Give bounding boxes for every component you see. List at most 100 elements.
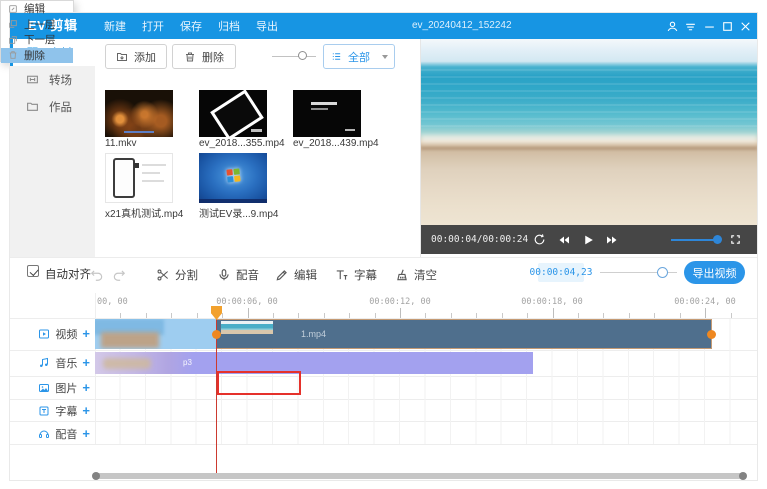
folder-add-icon — [116, 51, 128, 63]
title-bar: EV 剪辑 新建 打开 保存 归档 导出 ev_20240412_152242 — [10, 13, 757, 39]
player-timecode: 00:00:04/00:00:24 — [431, 225, 528, 254]
clear-button[interactable]: 清空 — [395, 258, 437, 292]
tab-works[interactable]: 作品 — [10, 93, 95, 120]
media-thumbnail — [199, 153, 267, 203]
media-filename: ev_2018...439.mp4 — [293, 138, 379, 149]
undo-icon — [90, 268, 104, 282]
scrollbar-right-dot[interactable] — [739, 472, 747, 480]
tab-works-label: 作品 — [49, 99, 72, 115]
track-header-video: 视频 + — [18, 324, 90, 344]
track-label: 字幕 — [55, 403, 77, 419]
auto-align-label: 自动对齐 — [45, 258, 91, 292]
fullscreen-icon[interactable] — [727, 225, 743, 254]
delete-material-button[interactable]: 删除 — [172, 44, 236, 69]
document-title: ev_20240412_152242 — [412, 13, 512, 39]
playhead-line — [216, 318, 217, 473]
add-video-button[interactable]: + — [82, 328, 90, 340]
user-icon[interactable] — [666, 20, 679, 33]
context-menu-layer-up[interactable]: 上一层 — [1, 17, 73, 33]
media-thumbnail — [199, 90, 267, 137]
add-material-label: 添加 — [134, 49, 156, 65]
volume-slider-knob[interactable] — [713, 235, 722, 244]
fast-forward-icon[interactable] — [603, 225, 621, 254]
music-clip-filename: p3 — [183, 358, 192, 367]
delete-material-label: 删除 — [202, 49, 224, 65]
transition-icon — [26, 73, 39, 86]
split-button[interactable]: 分割 — [156, 258, 198, 292]
clip-filename: 1.mp4 — [301, 329, 326, 339]
minimize-icon[interactable] — [703, 20, 716, 33]
video-clip-2-selected[interactable]: 1.mp4 — [216, 319, 712, 349]
context-menu-label: 编辑 — [24, 1, 45, 16]
split-label: 分割 — [175, 267, 198, 283]
menu-export[interactable]: 导出 — [248, 18, 286, 34]
add-picture-button[interactable]: + — [82, 382, 90, 394]
add-subtitle-button[interactable]: + — [82, 405, 90, 417]
scrollbar-left-dot[interactable] — [92, 472, 100, 480]
subtitle-button[interactable]: 字幕 — [335, 258, 377, 292]
media-thumbnail — [105, 153, 173, 203]
edit-icon — [8, 4, 18, 14]
context-menu-label: 下一层 — [24, 32, 56, 47]
broom-icon — [395, 268, 409, 282]
rewind-icon[interactable] — [555, 225, 573, 254]
context-menu-label: 上一层 — [24, 17, 56, 32]
music-clip[interactable]: p3 — [95, 352, 533, 374]
clip-trim-handle-left[interactable] — [212, 330, 221, 339]
context-menu-edit[interactable]: 编辑 — [1, 1, 73, 17]
media-item-ev355[interactable] — [199, 90, 267, 137]
tab-transition[interactable]: 转场 — [10, 66, 95, 93]
clip-thumbnail-blur — [103, 358, 151, 369]
menu-save[interactable]: 保存 — [172, 18, 210, 34]
video-clip-1[interactable] — [95, 319, 216, 349]
ruler-ticks[interactable] — [95, 305, 750, 318]
media-item-evtest[interactable] — [199, 153, 267, 203]
timeline-timecode-field[interactable]: 00:00:04,23 — [538, 263, 584, 282]
context-menu-delete[interactable]: 删除 — [1, 48, 73, 64]
auto-align-checkbox[interactable] — [27, 265, 39, 277]
pen-icon — [275, 268, 289, 282]
media-item-x21[interactable] — [105, 153, 173, 203]
subtitle-label: 字幕 — [354, 267, 377, 283]
track-header-subtitle: 字幕 + — [18, 401, 90, 421]
theme-icon[interactable] — [684, 20, 697, 33]
folder-icon — [26, 100, 39, 113]
menu-open[interactable]: 打开 — [134, 18, 172, 34]
maximize-icon[interactable] — [721, 20, 734, 33]
undo-button[interactable] — [90, 258, 104, 292]
dub-button[interactable]: 配音 — [217, 258, 259, 292]
play-icon[interactable] — [579, 225, 597, 254]
media-item-ev439[interactable] — [293, 90, 361, 137]
wave-foam — [421, 135, 757, 143]
volume-slider-track[interactable] — [671, 239, 718, 241]
chevron-down-icon — [382, 55, 388, 59]
replay-icon[interactable] — [531, 225, 547, 254]
filter-dropdown[interactable]: 全部 — [323, 44, 395, 69]
clip-trim-handle-right[interactable] — [707, 330, 716, 339]
horizontal-scrollbar-thumb[interactable] — [95, 473, 745, 479]
trash-icon — [8, 50, 18, 60]
add-voiceover-button[interactable]: + — [82, 428, 90, 440]
picture-track-icon — [38, 382, 50, 394]
thumbnail-size-slider-track[interactable] — [272, 56, 316, 57]
close-icon[interactable] — [739, 20, 752, 33]
edit-button[interactable]: 编辑 — [275, 258, 317, 292]
timeline-zoom-slider-knob[interactable] — [657, 267, 668, 278]
add-material-button[interactable]: 添加 — [105, 44, 167, 69]
list-icon — [331, 51, 342, 62]
player-control-bar: 00:00:04/00:00:24 — [421, 225, 757, 254]
edit-label: 编辑 — [294, 267, 317, 283]
add-music-button[interactable]: + — [82, 357, 90, 369]
context-menu-layer-down[interactable]: 下一层 — [1, 32, 73, 48]
subtitle-track-icon — [38, 405, 50, 417]
window-controls — [666, 13, 752, 39]
trash-icon — [184, 51, 196, 63]
export-video-button[interactable]: 导出视频 — [684, 261, 745, 284]
menu-new[interactable]: 新建 — [96, 18, 134, 34]
media-item-11mkv[interactable] — [105, 90, 173, 137]
headset-track-icon — [38, 428, 50, 440]
thumbnail-size-slider-knob[interactable] — [298, 51, 307, 60]
menu-archive[interactable]: 归档 — [210, 18, 248, 34]
media-filename: x21真机测试.mp4 — [105, 205, 183, 220]
redo-button[interactable] — [112, 258, 126, 292]
